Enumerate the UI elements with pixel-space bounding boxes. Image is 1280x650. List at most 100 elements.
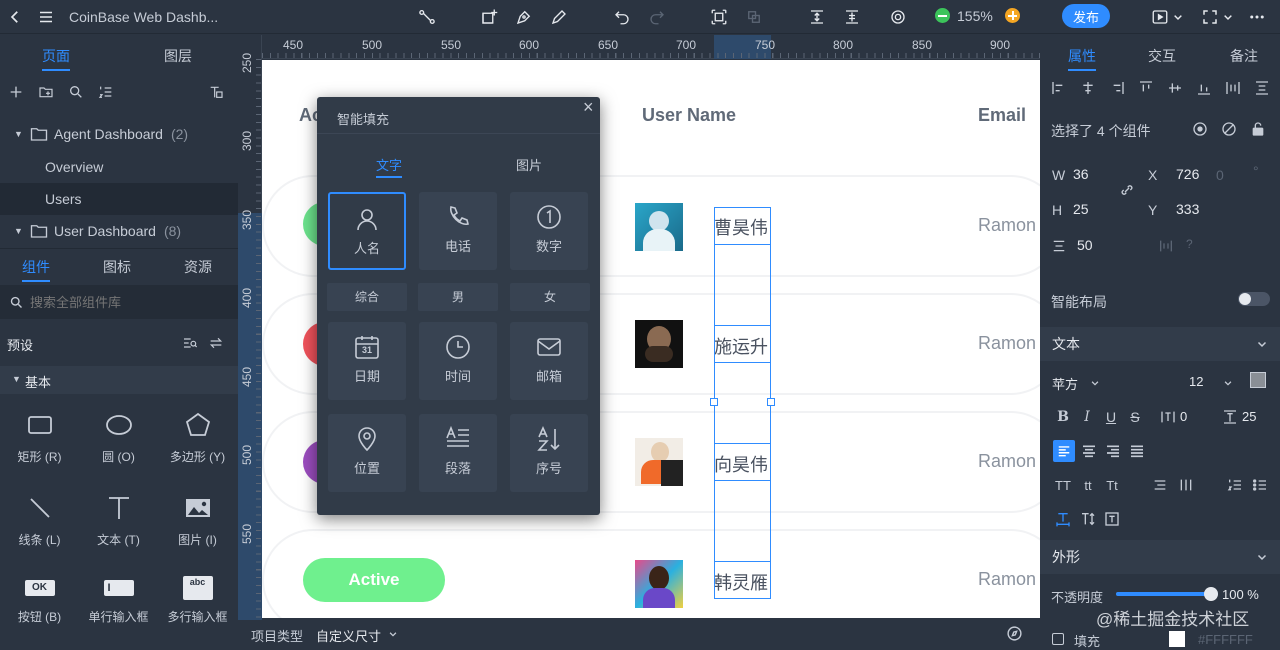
tree-page-users[interactable]: Users xyxy=(0,183,238,215)
hide-icon[interactable] xyxy=(1219,119,1239,139)
tile-person-name[interactable]: 人名 xyxy=(328,192,406,270)
component-rectangle[interactable]: 矩形 (R) xyxy=(0,404,79,484)
font-size-select[interactable]: 12 xyxy=(1189,374,1203,389)
list-numbered-icon[interactable] xyxy=(1225,475,1245,495)
tab-assets[interactable]: 资源 xyxy=(184,257,212,277)
help-icon[interactable]: ? xyxy=(1186,237,1193,251)
text-section-header[interactable]: 文本 xyxy=(1040,327,1280,361)
tile-serial-number[interactable]: 序号 xyxy=(510,414,588,492)
component-ellipse[interactable]: 圆 (O) xyxy=(79,404,158,484)
align-top-icon[interactable] xyxy=(805,5,829,29)
shape-section-header[interactable]: 外形 xyxy=(1040,540,1280,574)
selection-bounds[interactable] xyxy=(714,207,771,599)
tab-components[interactable]: 组件 xyxy=(22,257,50,277)
filter-search-icon[interactable] xyxy=(180,333,200,353)
chip-all[interactable]: 综合 xyxy=(327,283,407,311)
align-center-h-icon[interactable] xyxy=(1078,78,1098,98)
component-image[interactable]: 图片 (I) xyxy=(158,487,237,567)
opacity-slider-handle[interactable] xyxy=(1204,587,1218,601)
distribute-v-icon[interactable] xyxy=(1252,78,1272,98)
tab-text[interactable]: 文字 xyxy=(376,155,402,174)
fill-hex-input[interactable]: #FFFFFF xyxy=(1198,632,1253,647)
component-line[interactable]: 线条 (L) xyxy=(0,487,79,567)
chevron-down-icon[interactable] xyxy=(388,629,398,639)
width-input[interactable]: 36 xyxy=(1073,166,1089,182)
spacing-columns-icon[interactable] xyxy=(1158,238,1174,254)
underline-icon[interactable]: U xyxy=(1101,407,1121,427)
page-settings-icon[interactable] xyxy=(206,82,226,102)
rotation-input[interactable]: 0 xyxy=(1216,167,1224,183)
close-icon[interactable]: × xyxy=(583,97,594,118)
search-icon[interactable] xyxy=(66,82,86,102)
uppercase-icon[interactable]: TT xyxy=(1053,475,1073,495)
lock-icon[interactable] xyxy=(1248,119,1268,139)
italic-icon[interactable]: I xyxy=(1077,407,1097,427)
link-ratio-icon[interactable] xyxy=(1119,182,1135,198)
letter-spacing-input[interactable]: 0 xyxy=(1180,409,1187,424)
chip-male[interactable]: 男 xyxy=(418,283,498,311)
component-single-input[interactable]: I 单行输入框 xyxy=(79,570,158,650)
add-frame-icon[interactable] xyxy=(477,5,501,29)
pencil-tool-icon[interactable] xyxy=(547,5,571,29)
align-right-icon[interactable] xyxy=(1107,78,1127,98)
lowercase-icon[interactable]: tt xyxy=(1078,475,1098,495)
component-search[interactable] xyxy=(0,285,238,319)
align-bottom-icon[interactable] xyxy=(840,5,864,29)
add-folder-icon[interactable] xyxy=(36,82,56,102)
selection-box[interactable] xyxy=(714,443,771,481)
text-align-right-icon[interactable] xyxy=(1103,441,1123,461)
sort-pages-icon[interactable] xyxy=(96,82,116,102)
tile-date[interactable]: 31 日期 xyxy=(328,322,406,400)
tab-notes[interactable]: 备注 xyxy=(1230,46,1258,66)
add-page-icon[interactable] xyxy=(6,82,26,102)
resize-handle[interactable] xyxy=(767,398,775,406)
chevron-down-icon[interactable] xyxy=(1170,5,1186,29)
strikethrough-icon[interactable]: S xyxy=(1125,407,1145,427)
tree-folder-agent-dashboard[interactable]: ▼ Agent Dashboard (2) xyxy=(0,118,238,150)
zoom-in-icon[interactable] xyxy=(1005,8,1020,23)
vertical-align-icon[interactable] xyxy=(1176,475,1196,495)
selection-box[interactable] xyxy=(714,561,771,599)
selection-box[interactable] xyxy=(714,207,771,245)
component-search-input[interactable] xyxy=(30,292,230,312)
component-polygon[interactable]: 多边形 (Y) xyxy=(158,404,237,484)
tab-icons[interactable]: 图标 xyxy=(103,257,131,277)
capitalize-icon[interactable]: Tt xyxy=(1102,475,1122,495)
opacity-slider-track[interactable] xyxy=(1116,587,1218,601)
zoom-level[interactable]: 155% xyxy=(957,8,993,24)
text-align-left-button[interactable] xyxy=(1053,440,1075,462)
line-height-input[interactable]: 25 xyxy=(1242,409,1256,424)
height-input[interactable]: 25 xyxy=(1073,201,1089,217)
tile-number[interactable]: 数字 xyxy=(510,192,588,270)
list-bullet-icon[interactable] xyxy=(1250,475,1270,495)
eye-icon[interactable] xyxy=(1190,119,1210,139)
fullscreen-icon[interactable] xyxy=(1198,5,1222,29)
redo-icon[interactable] xyxy=(645,5,669,29)
target-icon[interactable] xyxy=(886,5,910,29)
chevron-down-icon[interactable] xyxy=(1090,378,1100,388)
resize-handle[interactable] xyxy=(710,398,718,406)
chevron-down-icon[interactable] xyxy=(1223,378,1233,388)
zoom-out-icon[interactable] xyxy=(935,8,950,23)
distribute-h-icon[interactable] xyxy=(1223,78,1243,98)
crop-icon[interactable] xyxy=(742,5,766,29)
preview-icon[interactable] xyxy=(1148,5,1172,29)
tile-location[interactable]: 位置 xyxy=(328,414,406,492)
tab-pages[interactable]: 页面 xyxy=(42,46,70,66)
basic-section-header[interactable]: ▼ 基本 xyxy=(0,366,238,394)
connect-tool-icon[interactable] xyxy=(415,5,439,29)
tile-phone[interactable]: 电话 xyxy=(419,192,497,270)
compass-icon[interactable] xyxy=(1006,625,1023,642)
tab-image[interactable]: 图片 xyxy=(516,155,542,174)
component-multi-input[interactable]: abc 多行输入框 xyxy=(158,570,237,650)
tile-paragraph[interactable]: 段落 xyxy=(419,414,497,492)
fill-color-swatch[interactable] xyxy=(1169,631,1185,647)
pen-tool-icon[interactable] xyxy=(512,5,536,29)
more-icon[interactable] xyxy=(1245,5,1269,29)
tile-email[interactable]: 邮箱 xyxy=(510,322,588,400)
project-type-select[interactable]: 自定义尺寸 xyxy=(316,626,381,645)
y-input[interactable]: 333 xyxy=(1176,201,1199,217)
list-bullets-icon[interactable] xyxy=(1150,475,1170,495)
tab-layers[interactable]: 图层 xyxy=(164,46,192,66)
fit-frame-icon[interactable] xyxy=(707,5,731,29)
